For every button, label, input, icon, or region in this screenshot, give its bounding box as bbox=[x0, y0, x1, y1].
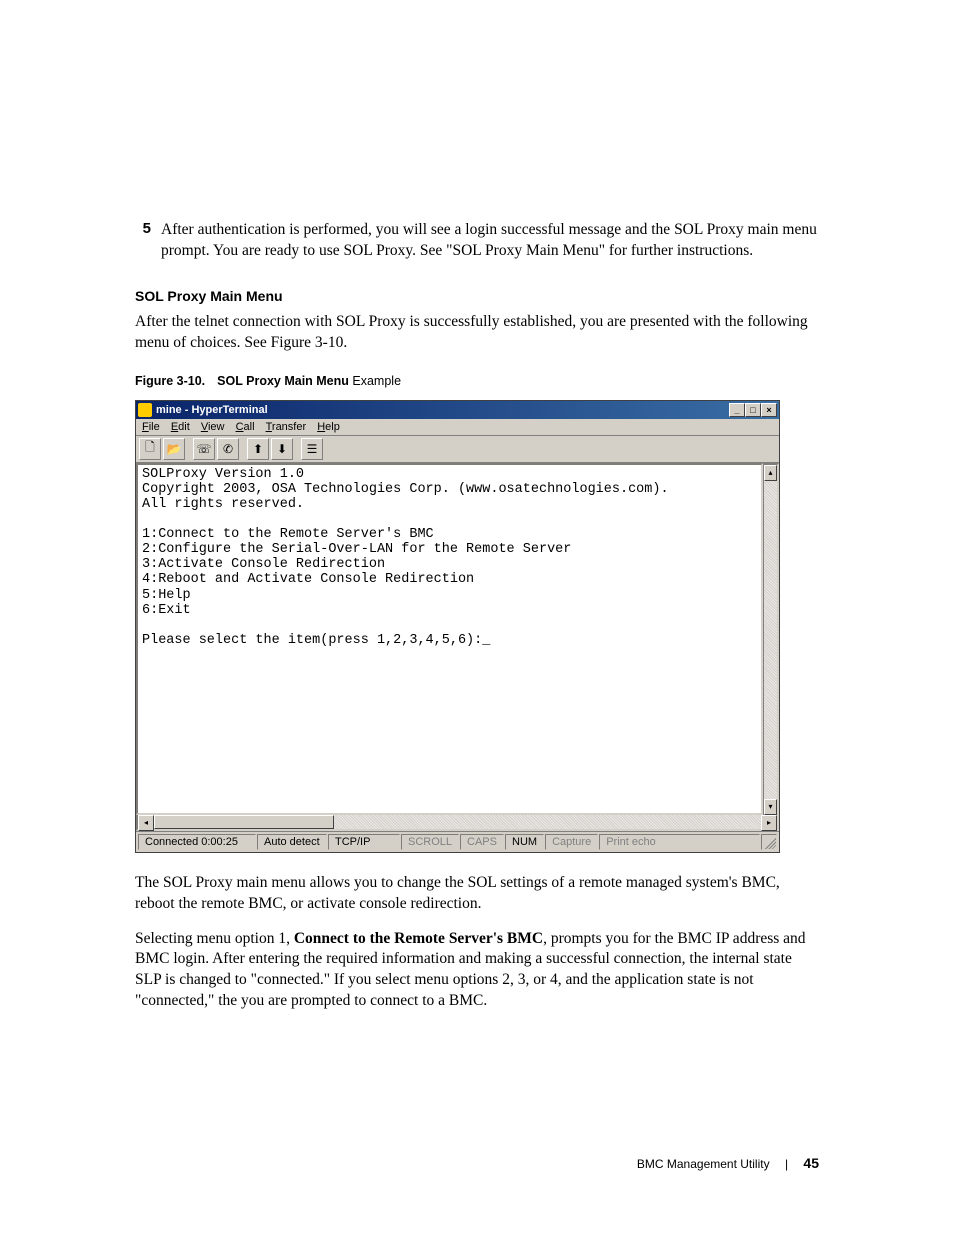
figure-title-tail: Example bbox=[349, 374, 401, 388]
hyperterminal-window: mine - HyperTerminal _ □ × File Edit Vie… bbox=[135, 400, 780, 853]
open-folder-icon[interactable]: 📂 bbox=[163, 438, 185, 460]
status-autodetect: Auto detect bbox=[257, 834, 327, 850]
phone-dial-icon[interactable]: ☏ bbox=[193, 438, 215, 460]
toolbar: 🗋 📂 ☏ ✆ ⬆ ⬇ ☰ bbox=[136, 436, 779, 463]
scroll-left-icon[interactable]: ◂ bbox=[138, 815, 154, 831]
window-titlebar[interactable]: mine - HyperTerminal _ □ × bbox=[136, 401, 779, 419]
menu-transfer[interactable]: Transfer bbox=[266, 421, 307, 433]
close-button[interactable]: × bbox=[761, 403, 777, 417]
maximize-button[interactable]: □ bbox=[745, 403, 761, 417]
horizontal-scrollbar[interactable]: ◂ ▸ bbox=[136, 815, 779, 831]
menu-view[interactable]: View bbox=[201, 421, 225, 433]
section-heading: SOL Proxy Main Menu bbox=[135, 288, 819, 304]
terminal-line: 6:Exit bbox=[142, 603, 191, 618]
scroll-thumb[interactable] bbox=[154, 815, 334, 829]
window-title: mine - HyperTerminal bbox=[156, 404, 729, 416]
status-caps: CAPS bbox=[460, 834, 504, 850]
menu-file[interactable]: File bbox=[142, 421, 160, 433]
menu-bar: File Edit View Call Transfer Help bbox=[136, 419, 779, 436]
terminal-output[interactable]: SOLProxy Version 1.0 Copyright 2003, OSA… bbox=[136, 463, 763, 815]
terminal-line: Please select the item(press 1,2,3,4,5,6… bbox=[142, 633, 490, 648]
after-figure-paragraph: The SOL Proxy main menu allows you to ch… bbox=[135, 873, 819, 915]
status-num: NUM bbox=[505, 834, 544, 850]
final-para-pre: Selecting menu option 1, bbox=[135, 930, 294, 947]
step-5: 5 After authentication is performed, you… bbox=[135, 220, 819, 262]
status-connected: Connected 0:00:25 bbox=[138, 834, 256, 850]
app-icon bbox=[138, 403, 152, 417]
terminal-line: 2:Configure the Serial-Over-LAN for the … bbox=[142, 542, 571, 557]
status-protocol: TCP/IP bbox=[328, 834, 400, 850]
status-capture: Capture bbox=[545, 834, 598, 850]
scroll-down-icon[interactable]: ▾ bbox=[764, 799, 777, 815]
final-para-bold: Connect to the Remote Server's BMC bbox=[294, 930, 543, 947]
step-number: 5 bbox=[135, 220, 161, 262]
footer-separator: | bbox=[785, 1157, 788, 1171]
intro-paragraph: After the telnet connection with SOL Pro… bbox=[135, 312, 819, 354]
figure-title: SOL Proxy Main Menu bbox=[217, 374, 349, 388]
footer-section: BMC Management Utility bbox=[637, 1157, 770, 1171]
receive-icon[interactable]: ⬇ bbox=[271, 438, 293, 460]
figure-number: Figure 3-10. bbox=[135, 374, 205, 388]
figure-caption: Figure 3-10. SOL Proxy Main Menu Example bbox=[135, 374, 819, 388]
terminal-line: SOLProxy Version 1.0 bbox=[142, 467, 304, 482]
status-bar: Connected 0:00:25 Auto detect TCP/IP SCR… bbox=[136, 831, 779, 852]
menu-call[interactable]: Call bbox=[236, 421, 255, 433]
scroll-up-icon[interactable]: ▴ bbox=[764, 465, 777, 481]
phone-hangup-icon[interactable]: ✆ bbox=[217, 438, 239, 460]
minimize-button[interactable]: _ bbox=[729, 403, 745, 417]
scroll-right-icon[interactable]: ▸ bbox=[761, 815, 777, 831]
terminal-line: 3:Activate Console Redirection bbox=[142, 557, 385, 572]
page-footer: BMC Management Utility | 45 bbox=[637, 1155, 819, 1171]
vertical-scrollbar[interactable]: ▴ ▾ bbox=[763, 463, 779, 815]
menu-edit[interactable]: Edit bbox=[171, 421, 190, 433]
resize-grip-icon[interactable] bbox=[761, 834, 777, 850]
status-scroll: SCROLL bbox=[401, 834, 459, 850]
status-printecho: Print echo bbox=[599, 834, 760, 850]
terminal-line: 4:Reboot and Activate Console Redirectio… bbox=[142, 572, 474, 587]
terminal-line: Copyright 2003, OSA Technologies Corp. (… bbox=[142, 482, 669, 497]
terminal-line: All rights reserved. bbox=[142, 497, 304, 512]
menu-help[interactable]: Help bbox=[317, 421, 340, 433]
properties-icon[interactable]: ☰ bbox=[301, 438, 323, 460]
footer-page-number: 45 bbox=[803, 1155, 819, 1171]
final-paragraph: Selecting menu option 1, Connect to the … bbox=[135, 929, 819, 1013]
terminal-line: 5:Help bbox=[142, 588, 191, 603]
new-file-icon[interactable]: 🗋 bbox=[139, 438, 161, 460]
send-icon[interactable]: ⬆ bbox=[247, 438, 269, 460]
step-text: After authentication is performed, you w… bbox=[161, 220, 819, 262]
terminal-line: 1:Connect to the Remote Server's BMC bbox=[142, 527, 434, 542]
